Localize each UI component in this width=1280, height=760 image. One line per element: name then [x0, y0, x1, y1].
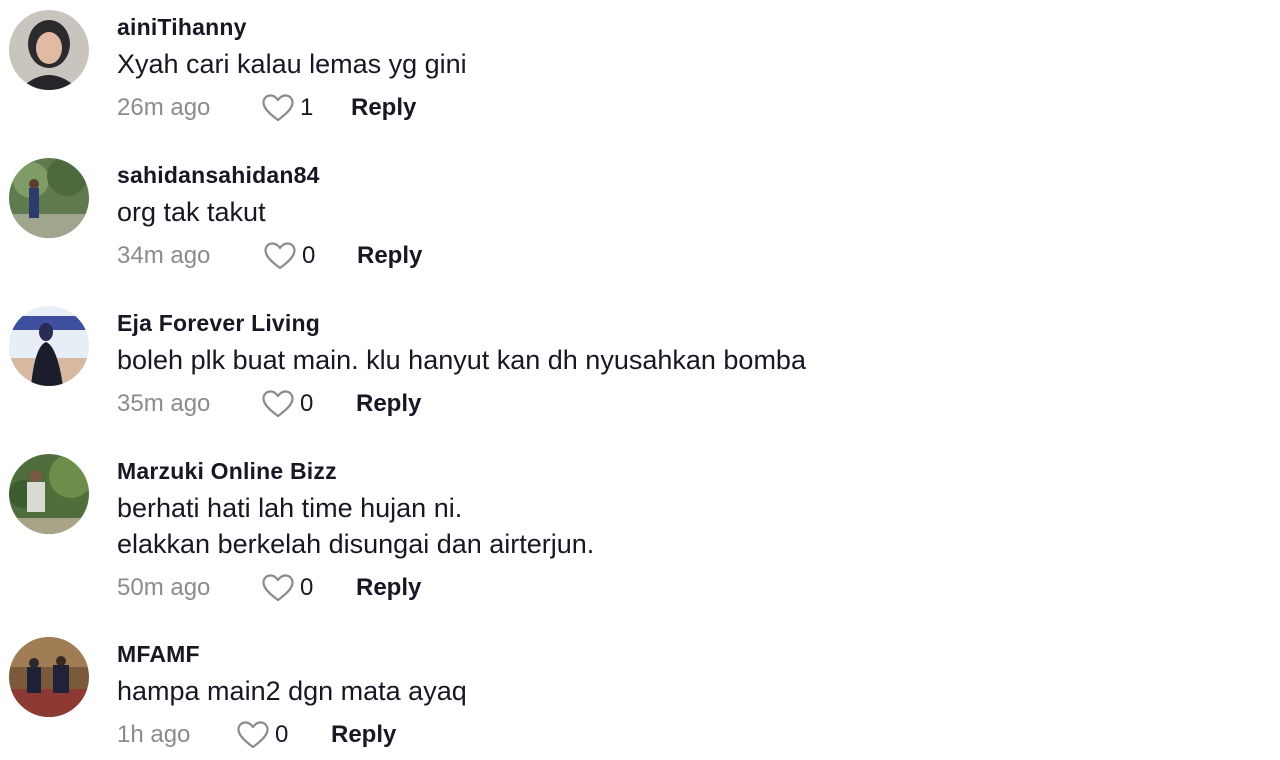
comment-line: elakkan berkelah disungai dan airterjun. [117, 529, 595, 559]
reply-button[interactable]: Reply [331, 721, 396, 749]
like-count: 0 [300, 574, 314, 601]
like-button[interactable]: 0 [262, 574, 356, 602]
heart-icon[interactable] [262, 574, 294, 602]
comment-meta: 35m ago 0 Reply [117, 388, 421, 420]
username[interactable]: MFAMF [117, 641, 200, 668]
comment-text: hampa main2 dgn mata ayaq [117, 673, 467, 709]
reply-button[interactable]: Reply [357, 242, 422, 270]
comment-text: Xyah cari kalau lemas yg gini [117, 46, 467, 82]
like-button[interactable]: 0 [264, 242, 357, 270]
heart-icon[interactable] [262, 94, 294, 122]
reply-button[interactable]: Reply [356, 390, 421, 418]
like-count: 0 [275, 721, 289, 748]
avatar[interactable] [9, 454, 89, 534]
timestamp: 34m ago [117, 242, 211, 269]
heart-icon[interactable] [237, 721, 269, 749]
comment-meta: 34m ago 0 Reply [117, 240, 422, 272]
avatar[interactable] [9, 10, 89, 90]
like-count: 0 [300, 390, 314, 417]
comment-line: org tak takut [117, 197, 266, 227]
timestamp: 35m ago [117, 390, 211, 417]
like-button[interactable]: 0 [237, 721, 331, 749]
comment-meta: 1h ago 0 Reply [117, 719, 396, 751]
avatar[interactable] [9, 158, 89, 238]
comment-item: sahidansahidan84 org tak takut 34m ago 0… [0, 148, 1280, 278]
comment-line: berhati hati lah time hujan ni. [117, 493, 463, 523]
comment-list: ainiTihanny Xyah cari kalau lemas yg gin… [0, 0, 1280, 760]
comment-line: hampa main2 dgn mata ayaq [117, 676, 467, 706]
reply-button[interactable]: Reply [351, 94, 416, 122]
avatar[interactable] [9, 637, 89, 717]
like-button[interactable]: 1 [262, 94, 351, 122]
like-count: 0 [302, 242, 316, 269]
comment-text: boleh plk buat main. klu hanyut kan dh n… [117, 342, 806, 378]
username[interactable]: Marzuki Online Bizz [117, 458, 337, 485]
comment-line: boleh plk buat main. klu hanyut kan dh n… [117, 345, 806, 375]
comment-item: Marzuki Online Bizz berhati hati lah tim… [0, 444, 1280, 602]
like-count: 1 [300, 94, 314, 121]
username[interactable]: sahidansahidan84 [117, 162, 320, 189]
timestamp: 26m ago [117, 94, 211, 121]
comment-meta: 26m ago 1 Reply [117, 92, 416, 124]
comment-item: ainiTihanny Xyah cari kalau lemas yg gin… [0, 0, 1280, 130]
username[interactable]: Eja Forever Living [117, 310, 320, 337]
comment-line: Xyah cari kalau lemas yg gini [117, 49, 467, 79]
comment-item: MFAMF hampa main2 dgn mata ayaq 1h ago 0… [0, 627, 1280, 757]
username[interactable]: ainiTihanny [117, 14, 247, 41]
reply-button[interactable]: Reply [356, 574, 421, 602]
comment-meta: 50m ago 0 Reply [117, 572, 421, 604]
timestamp: 50m ago [117, 574, 211, 601]
comment-item: Eja Forever Living boleh plk buat main. … [0, 296, 1280, 426]
timestamp: 1h ago [117, 721, 191, 748]
heart-icon[interactable] [264, 242, 296, 270]
like-button[interactable]: 0 [262, 390, 356, 418]
comment-text: berhati hati lah time hujan ni. elakkan … [117, 490, 594, 562]
heart-icon[interactable] [262, 390, 294, 418]
avatar[interactable] [9, 306, 89, 386]
comment-text: org tak takut [117, 194, 266, 230]
